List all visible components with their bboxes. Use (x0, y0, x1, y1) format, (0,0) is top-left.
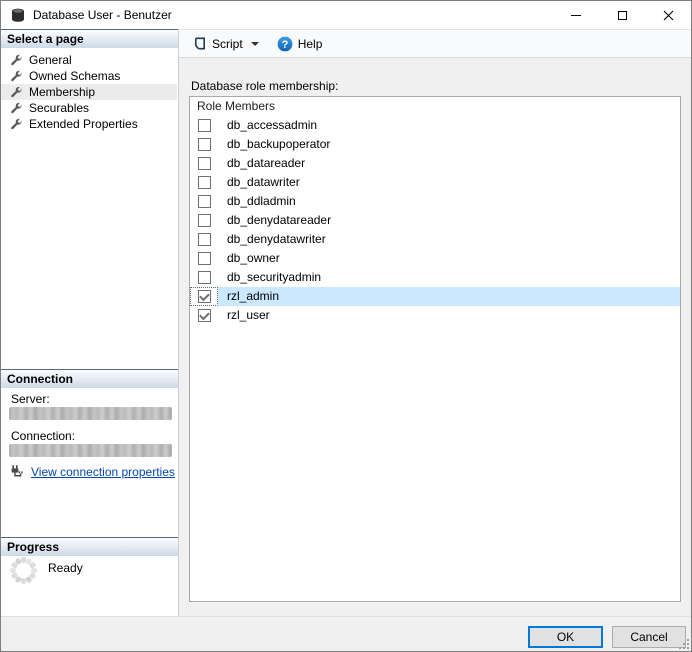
role-name[interactable]: db_accessadmin (218, 116, 680, 135)
progress-header: Progress (1, 537, 178, 556)
role-row-db_owner[interactable]: db_owner (190, 249, 680, 268)
role-checkbox[interactable] (197, 271, 211, 284)
minimize-button[interactable] (553, 1, 599, 29)
role-checkbox[interactable] (197, 138, 211, 151)
role-row-db_ddladmin[interactable]: db_ddladmin (190, 192, 680, 211)
progress-spinner-icon (10, 557, 37, 584)
role-checkbox-cell (190, 135, 218, 154)
select-page-header: Select a page (1, 29, 178, 48)
sidebar-item-label: Membership (29, 85, 96, 99)
sidebar-item-label: Owned Schemas (29, 69, 121, 83)
role-name[interactable]: db_denydatareader (218, 211, 680, 230)
role-checkbox-cell (190, 192, 218, 211)
role-checkbox-cell (190, 173, 218, 192)
role-name[interactable]: rzl_user (218, 306, 680, 325)
role-name[interactable]: db_datareader (218, 154, 680, 173)
resize-grip[interactable] (677, 637, 689, 649)
role-row-db_securityadmin[interactable]: db_securityadmin (190, 268, 680, 287)
role-name[interactable]: db_ddladmin (218, 192, 680, 211)
role-members-list[interactable]: Role Members db_accessadmin db_backupoper… (189, 96, 681, 602)
sidebar-item-label: General (29, 53, 72, 67)
connection-value-redacted (9, 444, 172, 457)
maximize-button[interactable] (599, 1, 645, 29)
cancel-button[interactable]: Cancel (612, 626, 686, 648)
sidebar-item-membership[interactable]: Membership (1, 84, 177, 100)
role-checkbox[interactable] (197, 214, 211, 227)
role-checkbox[interactable] (197, 252, 211, 265)
sidebar-item-extended-properties[interactable]: Extended Properties (1, 116, 177, 132)
sidebar-item-owned-schemas[interactable]: Owned Schemas (1, 68, 177, 84)
page-list: General Owned Schemas Membership Securables… (1, 52, 177, 132)
help-icon: ? (277, 36, 293, 51)
role-row-rzl_user[interactable]: rzl_user (190, 306, 680, 325)
role-checkbox[interactable] (197, 233, 211, 246)
sidebar-item-general[interactable]: General (1, 52, 177, 68)
role-checkbox-cell (190, 230, 218, 249)
server-label: Server: (11, 392, 50, 406)
role-row-rzl_admin[interactable]: rzl_admin (190, 287, 680, 306)
sidebar-item-label: Securables (29, 101, 90, 115)
role-checkbox-cell (190, 154, 218, 173)
role-row-db_backupoperator[interactable]: db_backupoperator (190, 135, 680, 154)
role-name[interactable]: db_owner (218, 249, 680, 268)
role-name[interactable]: db_securityadmin (218, 268, 680, 287)
minimize-icon (571, 14, 581, 16)
role-members-column-header: Role Members (197, 99, 276, 113)
server-value-redacted (9, 407, 172, 420)
svg-text:?: ? (281, 39, 288, 51)
database-icon (12, 8, 24, 22)
connection-header: Connection (1, 369, 178, 388)
sidebar-item-label: Extended Properties (29, 117, 138, 131)
role-checkbox-cell (190, 116, 218, 135)
title-bar: Database User - Benutzer (1, 1, 691, 29)
role-name[interactable]: rzl_admin (218, 287, 680, 306)
footer: OK Cancel (1, 616, 691, 651)
script-button[interactable]: Script (188, 33, 263, 55)
role-checkbox[interactable] (197, 157, 211, 170)
role-checkbox-cell (190, 249, 218, 268)
script-label: Script (212, 36, 243, 51)
role-row-db_denydatareader[interactable]: db_denydatareader (190, 211, 680, 230)
role-checkbox-cell (190, 306, 218, 325)
role-membership-label: Database role membership: (191, 79, 339, 93)
role-row-db_datawriter[interactable]: db_datawriter (190, 173, 680, 192)
progress-status: Ready (48, 561, 83, 575)
role-row-db_denydatawriter[interactable]: db_denydatawriter (190, 230, 680, 249)
ok-button[interactable]: OK (528, 626, 603, 648)
role-checkbox[interactable] (197, 195, 211, 208)
help-button[interactable]: ? Help (273, 33, 327, 55)
maximize-icon (617, 10, 627, 20)
wrench-icon (11, 70, 22, 81)
view-connection-properties-link[interactable]: View connection properties (31, 465, 175, 479)
database-user-dialog: Database User - Benutzer Select a page G… (0, 0, 692, 652)
close-icon (663, 10, 673, 20)
role-checkbox[interactable] (197, 176, 211, 189)
window-title: Database User - Benutzer (33, 8, 172, 22)
role-name[interactable]: db_denydatawriter (218, 230, 680, 249)
wrench-icon (11, 86, 22, 97)
sidebar: Select a page General Owned Schemas Member… (1, 29, 179, 616)
role-checkbox-cell (190, 211, 218, 230)
role-row-db_accessadmin[interactable]: db_accessadmin (190, 116, 680, 135)
connection-label: Connection: (11, 429, 76, 443)
role-checkbox-cell (190, 268, 218, 287)
role-checkbox-cell (190, 287, 218, 306)
role-name[interactable]: db_backupoperator (218, 135, 680, 154)
sidebar-item-securables[interactable]: Securables (1, 100, 177, 116)
help-label: Help (297, 36, 323, 51)
script-icon (194, 37, 205, 50)
membership-page: Database role membership: Role Members d… (179, 58, 691, 616)
wrench-icon (11, 118, 22, 129)
wrench-icon (11, 54, 22, 65)
role-checkbox[interactable] (197, 290, 211, 303)
connection-plug-icon (11, 465, 23, 477)
role-name[interactable]: db_datawriter (218, 173, 680, 192)
close-button[interactable] (645, 1, 691, 29)
toolbar: Script ? Help (179, 29, 691, 58)
role-checkbox[interactable] (197, 119, 211, 132)
wrench-icon (11, 102, 22, 113)
role-row-db_datareader[interactable]: db_datareader (190, 154, 680, 173)
role-checkbox[interactable] (197, 309, 211, 322)
script-dropdown-arrow-icon[interactable] (250, 41, 259, 46)
